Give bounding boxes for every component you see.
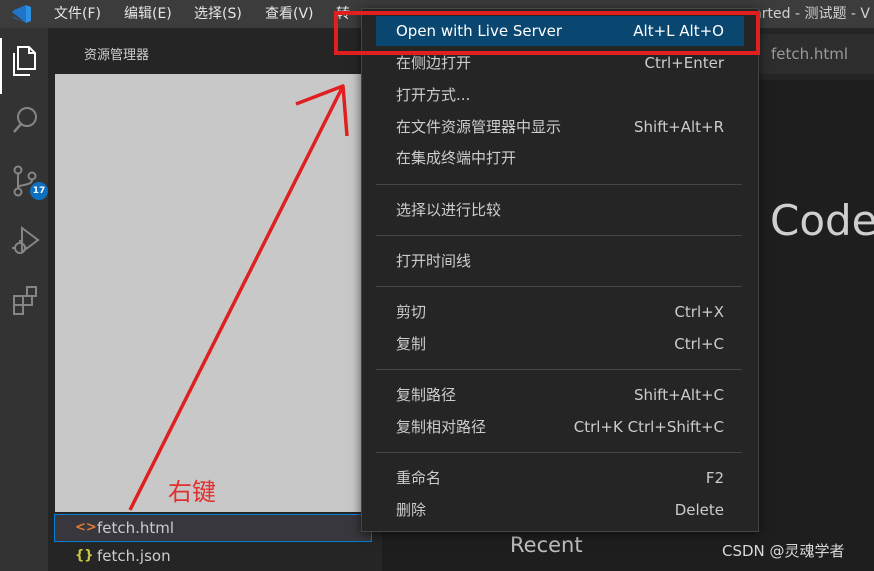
annotation-arrow bbox=[128, 84, 349, 511]
annotation-label: 右键 bbox=[168, 478, 216, 506]
